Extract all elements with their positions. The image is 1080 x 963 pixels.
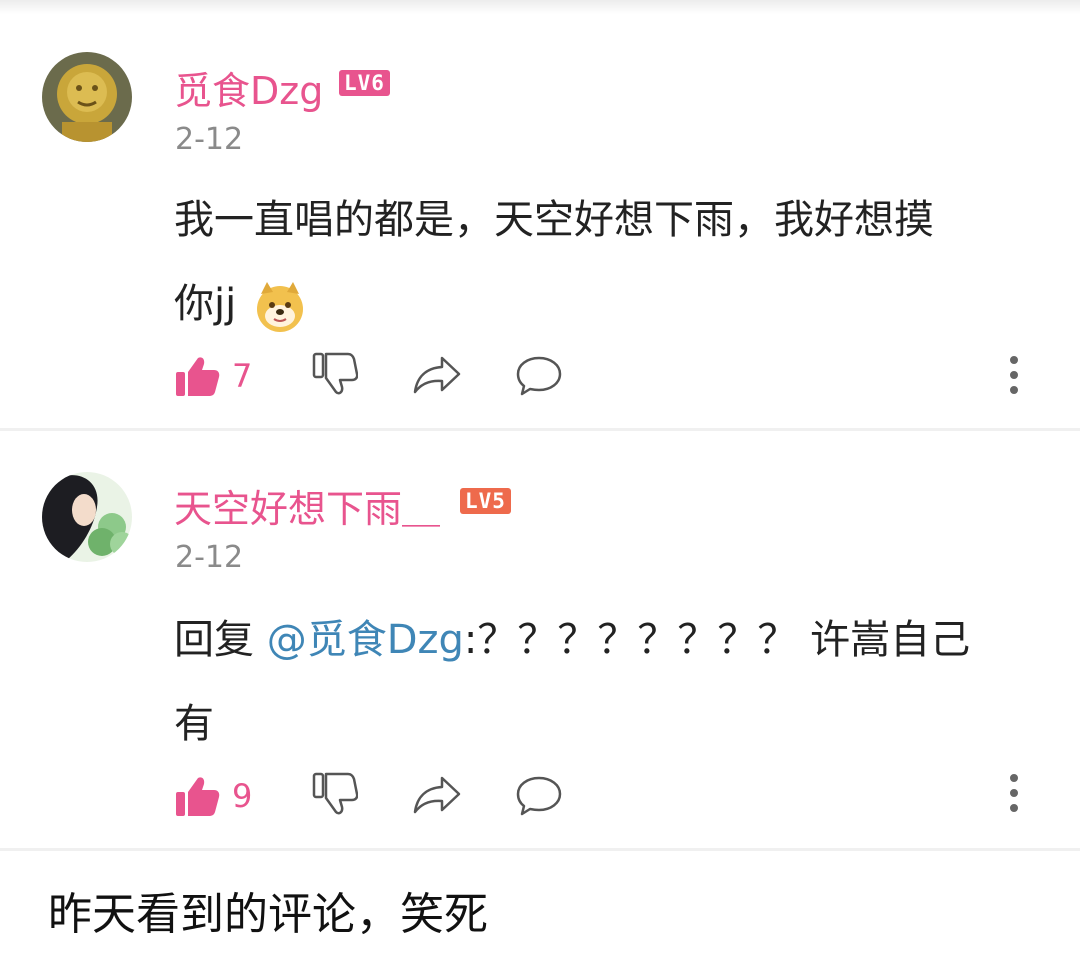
more-options-button[interactable]	[1002, 772, 1026, 816]
comment-text-line: 回复 @觅食Dzg:？？？？？？？？ 许嵩自己	[174, 598, 1054, 682]
comment-text: 回复 @觅食Dzg:？？？？？？？？ 许嵩自己 有	[174, 598, 1054, 766]
username[interactable]: 觅食Dzg	[174, 60, 323, 115]
reply-text: :？？？？？？？？ 许嵩自己	[463, 617, 971, 663]
comment-item: 觅食Dzg LV6 2-12 我一直唱的都是，天空好想下雨，我好想摸 你jj 7	[0, 0, 1080, 430]
more-icon	[1010, 774, 1018, 812]
doge-emoji-icon	[253, 279, 307, 333]
share-icon	[413, 356, 461, 394]
level-badge: LV5	[460, 488, 511, 514]
like-count: 7	[232, 357, 253, 395]
dislike-button[interactable]	[312, 772, 358, 816]
thumbs-down-icon	[312, 352, 358, 395]
comment-date: 2-12	[175, 122, 244, 157]
share-button[interactable]	[412, 355, 462, 395]
thumbs-up-icon	[176, 777, 220, 816]
reply-prefix: 回复	[174, 617, 254, 663]
mention-link[interactable]: @觅食Dzg	[267, 617, 464, 663]
comment-date: 2-12	[175, 540, 244, 575]
comment-icon	[516, 776, 562, 816]
like-count: 9	[232, 777, 253, 815]
share-icon	[413, 776, 461, 814]
comment-item: 天空好想下雨＿ LV5 2-12 回复 @觅食Dzg:？？？？？？？？ 许嵩自己…	[0, 430, 1080, 850]
comment-text-line2-content: 你jj	[174, 281, 237, 327]
share-button[interactable]	[412, 775, 462, 815]
more-options-button[interactable]	[1002, 354, 1026, 398]
comment-text: 我一直唱的都是，天空好想下雨，我好想摸 你jj	[174, 178, 1054, 346]
comment-text-line-2: 你jj	[174, 262, 1054, 346]
like-button[interactable]: 7	[174, 355, 252, 397]
comment-text-line: 我一直唱的都是，天空好想下雨，我好想摸	[174, 197, 934, 243]
comment-text-line-2: 有	[174, 701, 214, 747]
like-button[interactable]: 9	[174, 775, 252, 817]
avatar[interactable]	[42, 52, 132, 142]
comment-icon	[516, 356, 562, 396]
divider	[0, 848, 1080, 851]
thumbs-up-icon	[176, 357, 220, 396]
caption-text: 昨天看到的评论，笑死	[48, 889, 488, 940]
thumbs-down-icon	[312, 772, 358, 815]
avatar[interactable]	[42, 472, 132, 562]
level-badge: LV6	[339, 70, 390, 96]
more-icon	[1010, 356, 1018, 394]
reply-button[interactable]	[515, 775, 563, 817]
username[interactable]: 天空好想下雨＿	[174, 478, 440, 533]
dislike-button[interactable]	[312, 352, 358, 396]
reply-button[interactable]	[515, 355, 563, 397]
